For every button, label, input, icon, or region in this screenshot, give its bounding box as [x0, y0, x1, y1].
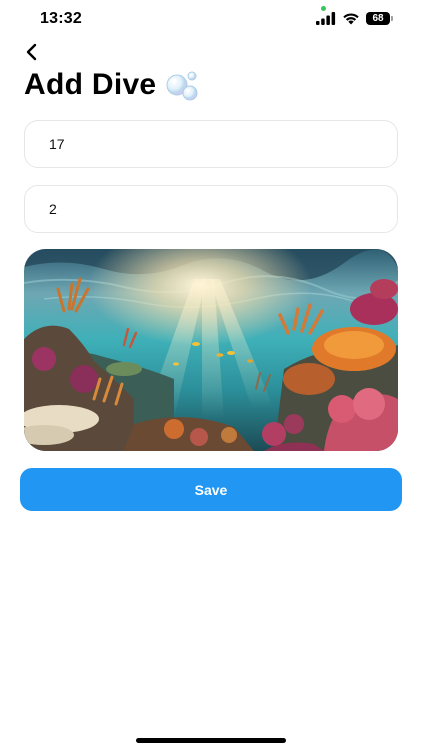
status-time: 13:32 [40, 10, 82, 27]
save-button[interactable]: Save [20, 468, 402, 511]
page-title-text: Add Dive [24, 68, 157, 101]
coral-reef-image [24, 249, 398, 451]
back-button[interactable] [20, 40, 44, 64]
home-indicator[interactable] [136, 738, 286, 743]
chevron-left-icon [26, 43, 37, 61]
battery-cap [391, 16, 393, 21]
dive-input-1[interactable] [49, 136, 397, 152]
privacy-indicator-dot [321, 6, 326, 11]
wifi-icon [343, 13, 359, 25]
dive-field-1[interactable] [24, 120, 398, 168]
dive-photo[interactable] [24, 249, 398, 451]
battery-level: 68 [366, 12, 390, 25]
status-bar: 13:32 68 [0, 0, 422, 40]
status-icons: 68 [316, 12, 394, 25]
page-title: Add Dive [24, 68, 200, 102]
battery-icon: 68 [366, 12, 394, 25]
dive-input-2[interactable] [49, 201, 397, 217]
signal-icon [316, 12, 336, 25]
dive-field-2[interactable] [24, 185, 398, 233]
bubbles-icon [166, 71, 198, 101]
